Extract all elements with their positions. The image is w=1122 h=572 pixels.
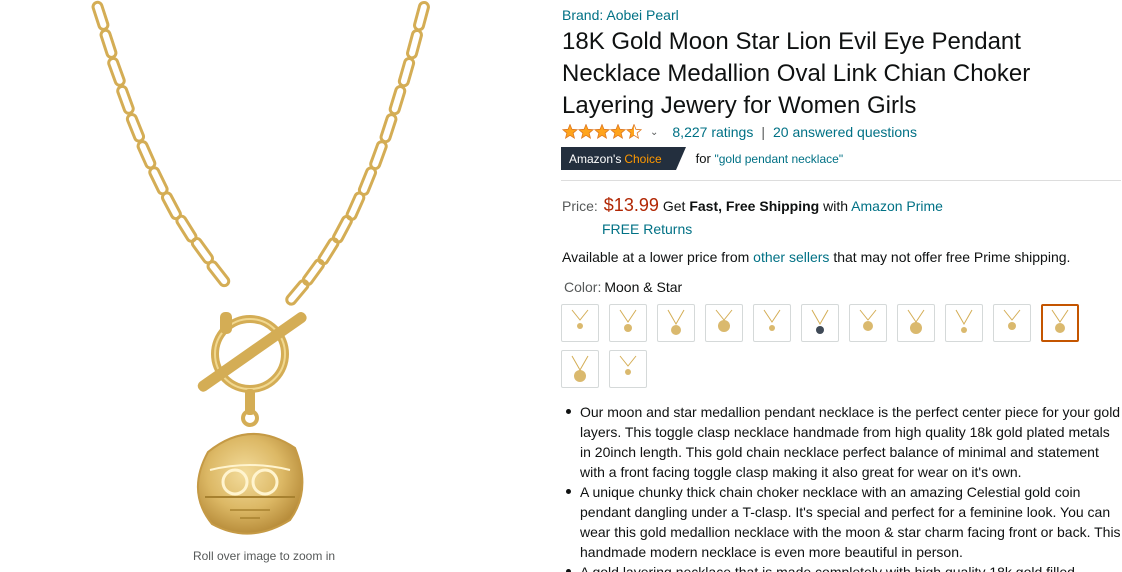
amazon-prime-link[interactable]: Amazon Prime [851,198,943,214]
necklace-thumbnail-icon [955,309,973,333]
product-main-image[interactable] [90,0,440,545]
feature-bullet: A unique chunky thick chain choker neckl… [561,482,1121,562]
price-value: $13.99 [603,195,659,215]
star-icon [609,124,627,139]
choice-query-link[interactable]: "gold pendant necklace" [714,152,843,166]
color-swatch[interactable] [849,304,887,342]
price-label: Price: [562,198,598,214]
necklace-thumbnail-icon [619,355,637,375]
necklace-thumbnail-icon [763,309,781,331]
color-swatch[interactable] [609,304,647,342]
choice-for-label: for [695,151,715,166]
color-swatch[interactable] [753,304,791,342]
feature-bullet: A gold layering necklace that is made co… [561,562,1121,572]
color-swatch[interactable] [561,350,599,388]
rating-row: ⌄ 8,227 ratings | 20 answered questions [562,122,917,142]
color-selected-value: Moon & Star [604,279,683,295]
star-rating-icon[interactable] [562,124,642,140]
necklace-thumbnail-icon [571,355,589,382]
choice-for-text: for "gold pendant necklace" [696,151,843,166]
necklace-thumbnail-icon [667,309,685,335]
necklace-thumbnail-icon [907,309,925,334]
shipping-bold: Fast, Free Shipping [689,198,820,214]
shipping-info: Get Fast, Free Shipping with Amazon Prim… [663,198,943,214]
color-swatch[interactable] [1041,304,1079,342]
divider [561,180,1121,181]
color-swatch[interactable] [801,304,839,342]
product-title: 18K Gold Moon Star Lion Evil Eye Pendant… [562,28,1031,119]
color-swatch[interactable] [705,304,743,342]
color-label: Color: [564,279,602,295]
shipping-prefix: Get [662,198,686,214]
necklace-thumbnail-icon [1003,309,1021,330]
price-row: Price: $13.99 Get Fast, Free Shipping wi… [562,195,943,216]
amazons-choice-row: Amazon's Choice for "gold pendant neckla… [561,147,843,170]
color-swatch[interactable] [609,350,647,388]
availability-after: that may not offer free Prime shipping. [829,249,1071,265]
answered-questions-link[interactable]: 20 answered questions [773,124,917,140]
separator: | [761,124,765,140]
star-icon [593,124,611,139]
feature-bullets: Our moon and star medallion pendant neck… [561,402,1121,572]
amazons-choice-badge[interactable]: Amazon's Choice [561,147,686,170]
necklace-thumbnail-icon [715,309,733,332]
product-info: Brand: Aobei Pearl 18K Gold Moon Star Li… [561,0,1122,572]
necklace-thumbnail-icon [859,309,877,331]
brand-link[interactable]: Brand: Aobei Pearl [562,7,679,23]
image-gallery: Roll over image to zoom in [0,0,540,572]
other-sellers-link[interactable]: other sellers [753,249,829,265]
color-swatch[interactable] [993,304,1031,342]
chevron-down-icon[interactable]: ⌄ [650,127,658,138]
color-swatch[interactable] [561,304,599,342]
star-icon [577,124,595,139]
color-swatch[interactable] [657,304,695,342]
zoom-hint: Roll over image to zoom in [192,549,336,563]
color-swatch[interactable] [897,304,935,342]
free-returns-link[interactable]: FREE Returns [602,221,692,237]
necklace-thumbnail-icon [571,309,589,329]
availability-before: Available at a lower price from [562,249,754,265]
color-selector-label: Color: Moon & Star [564,279,682,295]
badge-prefix: Amazon's [569,151,622,166]
feature-bullet: Our moon and star medallion pendant neck… [561,402,1121,482]
necklace-thumbnail-icon [1051,309,1069,333]
star-icon [625,124,642,139]
availability-text: Available at a lower price from other se… [562,249,1070,265]
star-icon [562,124,579,139]
necklace-thumbnail-icon [619,309,637,332]
color-swatch[interactable] [945,304,983,342]
badge-highlight: Choice [624,151,662,166]
necklace-thumbnail-icon [811,309,829,334]
shipping-with: with [823,198,849,214]
ratings-count-link[interactable]: 8,227 ratings [672,124,753,140]
